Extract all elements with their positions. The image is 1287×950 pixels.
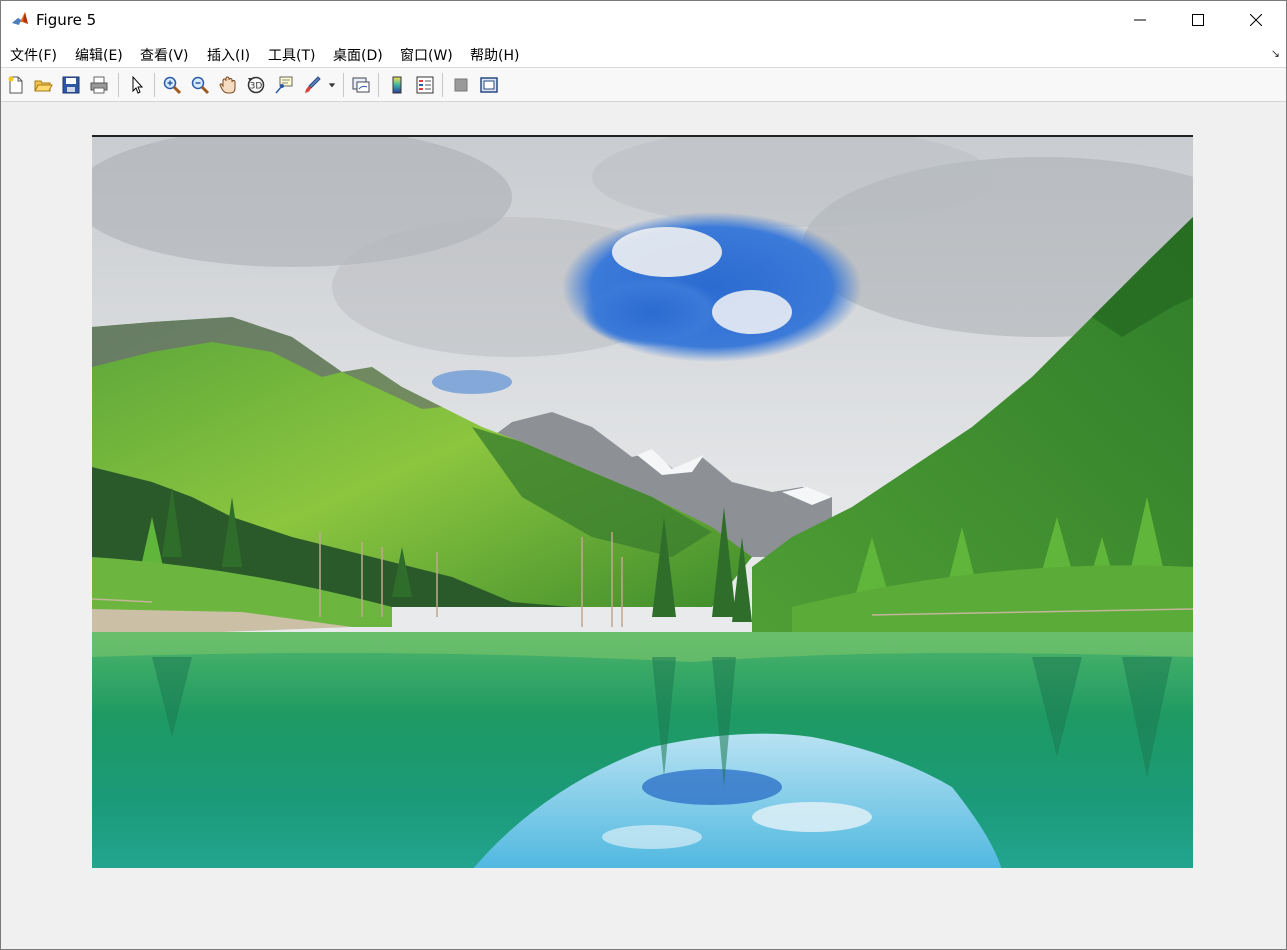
- menu-window[interactable]: 窗口(W): [400, 45, 453, 65]
- title-bar[interactable]: Figure 5: [1, 1, 1286, 39]
- pointer-button[interactable]: [125, 73, 149, 97]
- maximize-button[interactable]: [1169, 1, 1227, 39]
- figure-canvas[interactable]: [1, 103, 1286, 949]
- save-button[interactable]: [59, 73, 83, 97]
- new-figure-button[interactable]: [4, 73, 28, 97]
- brush-button[interactable]: [300, 73, 324, 97]
- toolbar-separator: [378, 73, 379, 97]
- show-plot-tools-icon: [480, 77, 498, 93]
- matlab-icon: [10, 9, 30, 29]
- open-button[interactable]: [31, 73, 55, 97]
- link-plot-button[interactable]: [349, 73, 373, 97]
- new-figure-icon: [8, 76, 23, 94]
- figure-toolbar: 3D: [1, 68, 1286, 102]
- legend-icon: [416, 76, 434, 94]
- menu-help[interactable]: 帮助(H): [470, 45, 519, 65]
- menu-file[interactable]: 文件(F): [10, 45, 57, 65]
- dock-arrow-icon[interactable]: ↘: [1271, 47, 1280, 60]
- close-button[interactable]: [1227, 1, 1285, 39]
- rotate-3d-button[interactable]: 3D: [244, 73, 268, 97]
- menu-bar: 文件(F) 编辑(E) 查看(V) 插入(I) 工具(T) 桌面(D) 窗口(W…: [1, 39, 1286, 68]
- hide-plot-tools-button[interactable]: [449, 73, 473, 97]
- minimize-button[interactable]: [1111, 1, 1169, 39]
- zoom-in-icon: [163, 76, 182, 95]
- minimize-icon: [1134, 19, 1146, 21]
- colorbar-button[interactable]: [385, 73, 409, 97]
- link-plot-icon: [352, 77, 370, 93]
- data-cursor-button[interactable]: [272, 73, 296, 97]
- menu-view[interactable]: 查看(V): [140, 45, 189, 65]
- menu-insert[interactable]: 插入(I): [207, 45, 250, 65]
- window-title: Figure 5: [36, 11, 97, 29]
- legend-button[interactable]: [413, 73, 437, 97]
- brush-icon: [305, 76, 321, 93]
- zoom-out-button[interactable]: [188, 73, 212, 97]
- image-axes[interactable]: [92, 135, 1193, 868]
- open-icon: [34, 80, 53, 92]
- svg-text:3D: 3D: [250, 82, 263, 92]
- figure-window: Figure 5 文件(F) 编辑(E) 查看(V) 插入(I) 工具(T) 桌…: [0, 0, 1287, 950]
- toolbar-separator: [118, 73, 119, 97]
- close-icon: [1250, 14, 1262, 26]
- zoom-in-button[interactable]: [160, 73, 184, 97]
- pan-button[interactable]: [216, 73, 240, 97]
- chevron-down-icon: [328, 83, 336, 88]
- menu-desktop[interactable]: 桌面(D): [333, 45, 383, 65]
- toolbar-separator: [442, 73, 443, 97]
- toolbar-separator: [154, 73, 155, 97]
- menu-tools[interactable]: 工具(T): [268, 45, 315, 65]
- pointer-icon: [132, 75, 144, 94]
- toolbar-separator: [343, 73, 344, 97]
- hide-plot-tools-icon: [454, 78, 468, 92]
- landscape-image: [92, 137, 1193, 868]
- zoom-out-icon: [191, 76, 210, 95]
- maximize-icon: [1192, 14, 1204, 26]
- print-icon: [90, 76, 108, 94]
- colorbar-icon: [392, 76, 402, 94]
- pan-icon: [219, 76, 236, 94]
- show-plot-tools-button[interactable]: [477, 73, 501, 97]
- save-icon: [62, 76, 80, 94]
- rotate-3d-icon: 3D: [247, 76, 265, 94]
- print-button[interactable]: [87, 73, 111, 97]
- brush-dropdown[interactable]: [325, 73, 339, 97]
- data-cursor-icon: [275, 76, 293, 94]
- menu-edit[interactable]: 编辑(E): [75, 45, 123, 65]
